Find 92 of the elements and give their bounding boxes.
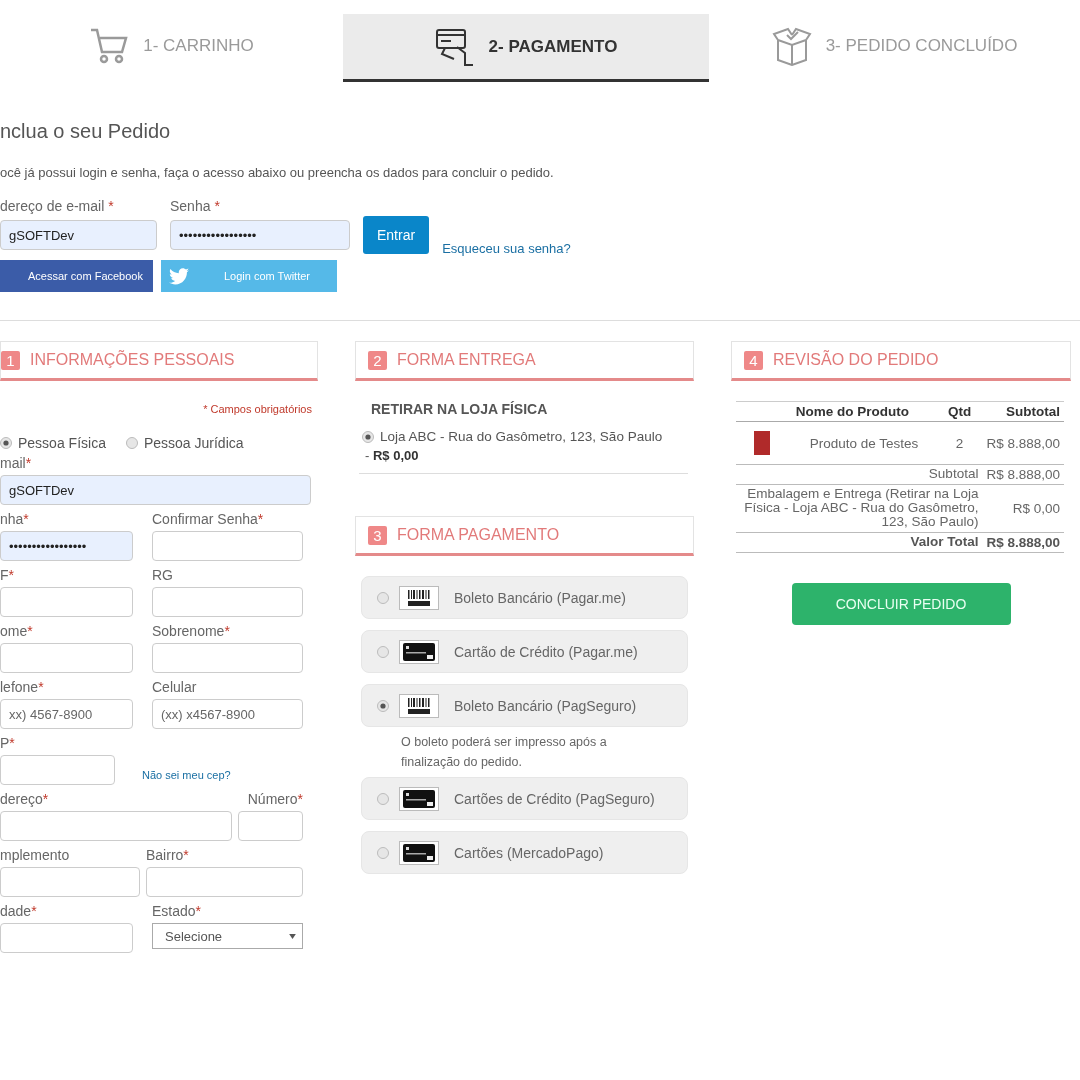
state-dropdown[interactable]: Selecione bbox=[152, 923, 303, 949]
credit-card-icon bbox=[399, 786, 439, 811]
payment-option[interactable]: Cartão de Crédito (Pagar.me) bbox=[361, 630, 688, 673]
login-button[interactable]: Entrar bbox=[363, 216, 430, 254]
table-cell: R$ 8.888,00 bbox=[982, 532, 1064, 552]
text-input[interactable] bbox=[152, 587, 303, 617]
credit-card-icon bbox=[399, 639, 439, 664]
checkout-step-tab[interactable]: 2- PAGAMENTO bbox=[343, 14, 709, 82]
payment-note: O boleto poderá ser impresso após a finalização do pedido. bbox=[401, 734, 608, 771]
cep-lookup-link[interactable]: Não sei meu cep? bbox=[142, 769, 302, 781]
payment-option[interactable]: Boleto Bancário (Pagar.me) bbox=[361, 576, 688, 619]
table-cell: Embalagem e Entrega (Retirar na Loja Física - Loja ABC - Rua do Gasômetro, 123, São Paulo) bbox=[736, 484, 983, 532]
page-title: nclua o seu Pedido bbox=[0, 120, 172, 143]
cart-icon bbox=[89, 26, 130, 66]
radio-button[interactable] bbox=[362, 430, 374, 443]
text-input[interactable]: xx) 4567-8900 bbox=[0, 699, 133, 729]
table-cell: 2 bbox=[936, 421, 983, 465]
table-cell: R$ 0,00 bbox=[982, 484, 1064, 532]
payment-option[interactable]: Boleto Bancário (PagSeguro) bbox=[361, 684, 688, 727]
field-label: mplemento bbox=[0, 847, 71, 863]
delivery-option-label: Loja ABC - Rua do Gasômetro, 123, São Paulo bbox=[380, 429, 663, 444]
field-label: Celular bbox=[152, 679, 198, 695]
section-header: 1 INFORMAÇÕES PESSOAIS bbox=[0, 341, 318, 381]
text-input[interactable] bbox=[146, 867, 303, 897]
text-input[interactable] bbox=[152, 531, 303, 561]
text-input[interactable]: ••••••••••••••••• bbox=[0, 531, 133, 561]
bird-icon bbox=[169, 267, 189, 285]
text-input[interactable] bbox=[238, 811, 303, 841]
checkout-step-tab[interactable]: 3- PEDIDO CONCLUÍDO bbox=[709, 14, 1080, 78]
radio-button[interactable] bbox=[377, 591, 389, 604]
text-input[interactable]: (xx) x4567-8900 bbox=[152, 699, 303, 729]
box-with-check-icon bbox=[771, 26, 812, 66]
payment-option[interactable]: Cartões (MercadoPago) bbox=[361, 831, 688, 874]
text-input[interactable]: gSOFTDev bbox=[0, 475, 311, 505]
field-label: Confirmar Senha* bbox=[152, 511, 265, 527]
field-label: lefone* bbox=[0, 679, 45, 695]
card-in-hand-icon bbox=[434, 26, 475, 67]
field-label: Número* bbox=[246, 791, 303, 807]
delivery-method-title: RETIRAR NA LOJA FÍSICA bbox=[371, 401, 549, 417]
radio-label[interactable]: Pessoa Física bbox=[18, 435, 106, 451]
product-photo-placeholder bbox=[754, 431, 770, 455]
field-label: RG bbox=[152, 567, 174, 583]
table-cell: R$ 8.888,00 bbox=[982, 421, 1064, 465]
section-header: 2 FORMA ENTREGA bbox=[355, 341, 694, 381]
field-label: Sobrenome* bbox=[152, 623, 231, 639]
field-label: F* bbox=[0, 567, 15, 583]
email-input[interactable]: gSOFTDev bbox=[0, 220, 157, 250]
text-input[interactable] bbox=[0, 811, 232, 841]
password-input[interactable]: ••••••••••••••••• bbox=[170, 220, 350, 250]
text-input[interactable] bbox=[0, 587, 133, 617]
field-label: ome* bbox=[0, 623, 34, 639]
text-input[interactable] bbox=[0, 867, 140, 897]
text-input[interactable] bbox=[0, 923, 133, 953]
radio-button[interactable] bbox=[377, 846, 389, 859]
radio-button[interactable] bbox=[377, 792, 389, 805]
field-label: Bairro* bbox=[146, 847, 190, 863]
text-input[interactable] bbox=[0, 755, 115, 785]
field-label: dereço* bbox=[0, 791, 50, 807]
field-label: nha* bbox=[0, 511, 30, 527]
login-intro-text: ocê já possui login e senha, faça o acesso abaixo ou preencha os dados para concluir o pedido. bbox=[0, 165, 555, 180]
delivery-price: - R$ 0,00 bbox=[365, 448, 420, 463]
column-header: Qtd bbox=[936, 401, 983, 422]
column-header: Nome do Produto bbox=[791, 401, 937, 422]
barcode-icon bbox=[399, 693, 439, 718]
field-label: dade* bbox=[0, 903, 38, 919]
credit-card-icon bbox=[399, 840, 439, 865]
table-cell: R$ 8.888,00 bbox=[982, 464, 1064, 485]
table-cell: Subtotal bbox=[736, 464, 983, 485]
radio-button[interactable] bbox=[125, 437, 138, 449]
section-header: 3 FORMA PAGAMENTO bbox=[355, 516, 694, 556]
table-cell: Produto de Testes bbox=[791, 421, 937, 465]
radio-button[interactable] bbox=[377, 699, 389, 712]
text-input[interactable] bbox=[152, 643, 303, 673]
barcode-icon bbox=[399, 585, 439, 610]
radio-button[interactable] bbox=[0, 437, 12, 449]
text-input[interactable] bbox=[0, 643, 133, 673]
payment-option[interactable]: Cartões de Crédito (PagSeguro) bbox=[361, 777, 688, 820]
checkout-step-tab[interactable]: 1- CARRINHO bbox=[0, 14, 343, 78]
field-label: Estado* bbox=[152, 903, 203, 919]
field-label: Senha * bbox=[170, 198, 221, 214]
forgot-password-link[interactable]: Esqueceu sua senha? bbox=[442, 241, 571, 256]
required-fields-note: * Campos obrigatórios bbox=[202, 403, 312, 415]
radio-label[interactable]: Pessoa Jurídica bbox=[143, 435, 244, 451]
field-label: mail* bbox=[0, 455, 33, 471]
section-header: 4 REVISÃO DO PEDIDO bbox=[731, 341, 1071, 381]
caret-icon bbox=[289, 933, 296, 939]
facebook-login-button[interactable]: Acessar com Facebook bbox=[0, 260, 153, 292]
field-label: dereço de e-mail * bbox=[0, 198, 115, 214]
field-label: P* bbox=[0, 735, 16, 751]
column-header: Subtotal bbox=[982, 401, 1064, 422]
table-cell: Valor Total bbox=[736, 532, 983, 552]
radio-button[interactable] bbox=[377, 645, 389, 658]
